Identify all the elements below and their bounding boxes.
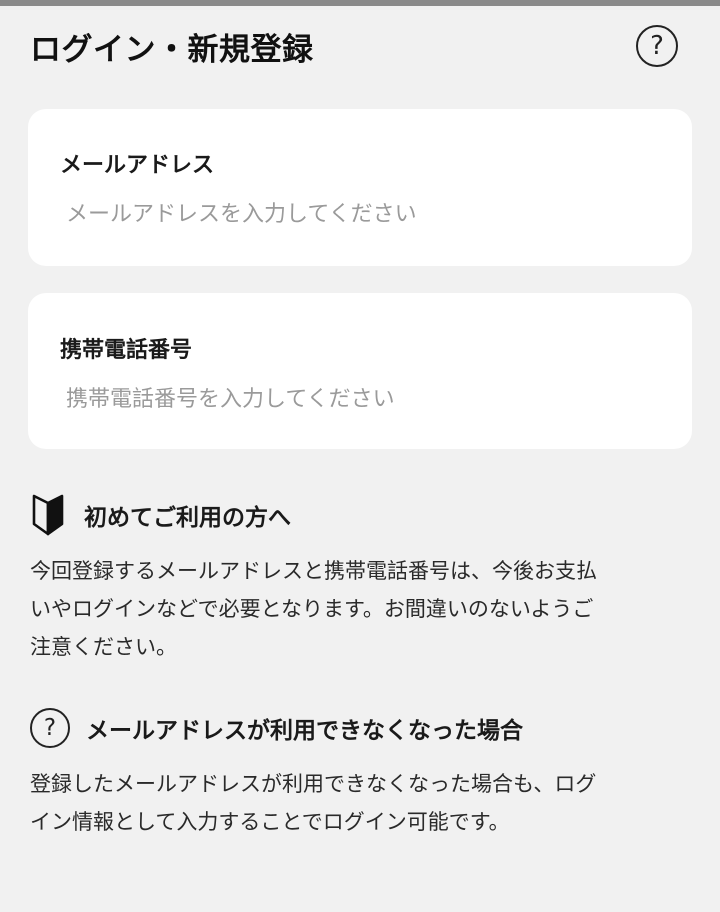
- beginner-section-body: 今回登録するメールアドレスと携帯電話番号は、今後お支払 いやログインなどで必要と…: [30, 552, 690, 666]
- page-header: ログイン・新規登録 ?: [30, 24, 690, 68]
- question-icon-symbol: ?: [43, 715, 57, 741]
- unavailable-section-title: メールアドレスが利用できなくなった場合: [86, 718, 523, 744]
- unavailable-section-body: 登録したメールアドレスが利用できなくなった場合も、ログ イン情報として入力するこ…: [30, 765, 690, 841]
- beginner-mark-icon: [32, 494, 64, 536]
- beginner-line: いやログインなどで必要となります。お間違いのないようご: [30, 597, 594, 621]
- phone-label: 携帯電話番号: [60, 338, 193, 363]
- email-input[interactable]: [60, 194, 660, 234]
- help-icon-symbol: ?: [650, 31, 664, 61]
- page-title: ログイン・新規登録: [30, 31, 314, 68]
- phone-card: 携帯電話番号: [28, 293, 692, 449]
- beginner-line: 今回登録するメールアドレスと携帯電話番号は、今後お支払: [30, 559, 597, 583]
- beginner-section-header: 初めてご利用の方へ: [30, 494, 291, 536]
- top-status-bar: [0, 0, 720, 6]
- email-card: メールアドレス: [28, 109, 692, 266]
- unavailable-line: 登録したメールアドレスが利用できなくなった場合も、ログ: [30, 772, 597, 796]
- unavailable-section-header: ? メールアドレスが利用できなくなった場合: [30, 708, 523, 748]
- question-circle-icon: ?: [30, 708, 70, 748]
- help-icon[interactable]: ?: [636, 25, 678, 67]
- email-label: メールアドレス: [60, 153, 215, 178]
- unavailable-line: イン情報として入力することでログイン可能です。: [30, 810, 510, 834]
- beginner-line: 注意ください。: [30, 635, 177, 659]
- phone-input[interactable]: [60, 379, 660, 419]
- beginner-section-title: 初めてご利用の方へ: [84, 505, 291, 531]
